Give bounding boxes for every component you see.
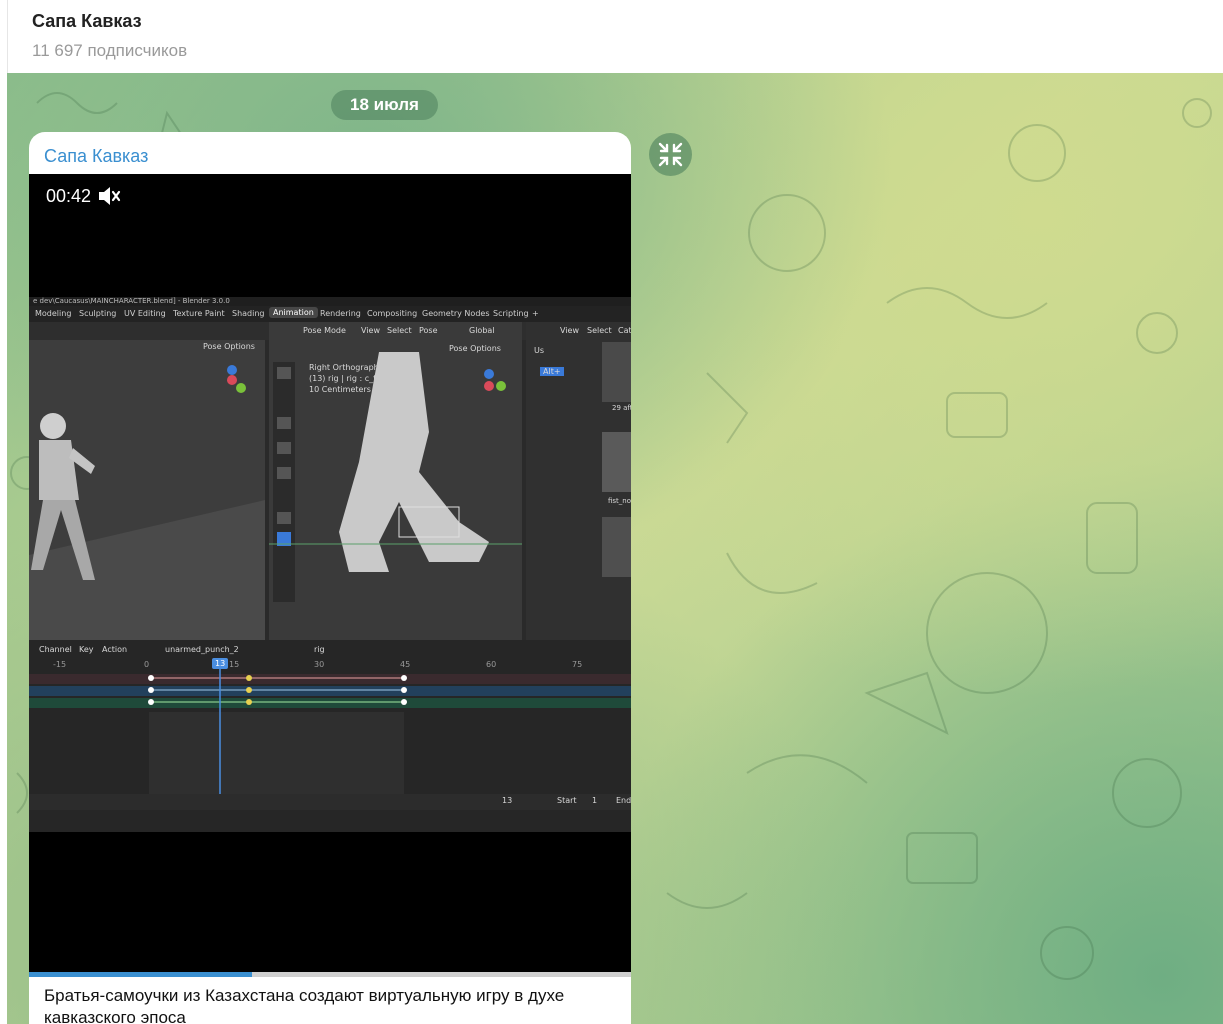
blender-titlebar: e dev\Caucasus\MAINCHARACTER.blend] - Bl…	[29, 297, 631, 306]
workspace-tabs: Modeling Sculpting UV Editing Texture Pa…	[29, 306, 631, 322]
collapse-button[interactable]	[649, 133, 692, 176]
video-frame: e dev\Caucasus\MAINCHARACTER.blend] - Bl…	[29, 297, 631, 832]
tab-add: +	[532, 309, 539, 318]
alt-add-label: Alt+	[540, 367, 564, 376]
middle-viewport: Pose Mode View Select Pose Global Pose O…	[269, 322, 522, 640]
right-select-menu: Select	[587, 326, 612, 335]
action-timeline: Channel Key Action unarmed_punch_2 rig -…	[29, 640, 631, 832]
end-label: End	[616, 796, 631, 805]
tab-geometry-nodes: Geometry Nodes	[422, 309, 490, 318]
pose-thumbnail-1	[602, 342, 631, 402]
post-author[interactable]: Сапа Кавказ	[44, 146, 148, 167]
tab-uv-editing: UV Editing	[124, 309, 166, 318]
collapse-arrows-icon	[658, 142, 683, 167]
tab-animation: Animation	[269, 307, 318, 318]
us-label: Us	[534, 346, 545, 355]
tab-rendering: Rendering	[320, 309, 361, 318]
right-view-menu: View	[560, 326, 579, 335]
chat-area[interactable]: 18 июля Сапа Кавказ 00:42 e dev\Caucasus…	[7, 73, 1223, 1024]
channel-header[interactable]: Сапа Кавказ 11 697 подписчиков	[7, 0, 1223, 73]
video-time: 00:42	[46, 186, 92, 206]
channel-title[interactable]: Сапа Кавказ	[32, 11, 142, 32]
post-caption: Братья-самоучки из Казахстана создают ви…	[44, 986, 565, 1024]
left-character-figure	[29, 365, 265, 640]
tab-modeling: Modeling	[35, 309, 72, 318]
playhead-frame: 13	[215, 659, 226, 668]
right-category-menu: Cate	[618, 326, 631, 335]
video-player[interactable]: 00:42 e dev\Caucasus\MAINCHARACTER.blend…	[29, 174, 631, 972]
date-separator: 18 июля	[331, 90, 438, 120]
tab-sculpting: Sculpting	[79, 309, 117, 318]
thumb-label-2: fist_no weapon	[608, 497, 631, 505]
channel-post[interactable]: Сапа Кавказ 00:42 e dev\Caucasus\MAINCHA…	[29, 132, 631, 1024]
subscriber-count: 11 697 подписчиков	[32, 41, 188, 60]
video-progress-bar[interactable]	[29, 972, 631, 977]
tab-shading: Shading	[232, 309, 265, 318]
frame-field: 13	[502, 796, 513, 805]
thumb-label-1: 29 after first punch	[612, 404, 631, 412]
left-viewport: Pose Options	[29, 340, 265, 640]
tab-scripting: Scripting	[493, 309, 529, 318]
keyframe-tracks	[29, 658, 631, 810]
tab-texture-paint: Texture Paint	[173, 309, 225, 318]
posed-character-figure	[269, 352, 522, 602]
pose-thumbnail-3	[602, 517, 631, 577]
start-label: Start	[557, 796, 577, 805]
right-panel: View Select Cate Us Alt+ 29 after first …	[526, 322, 631, 640]
start-value: 1	[592, 796, 598, 805]
tab-compositing: Compositing	[367, 309, 418, 318]
pose-thumbnail-2	[602, 432, 631, 492]
speaker-muted-icon[interactable]	[97, 185, 121, 207]
video-progress-fill	[29, 972, 252, 977]
